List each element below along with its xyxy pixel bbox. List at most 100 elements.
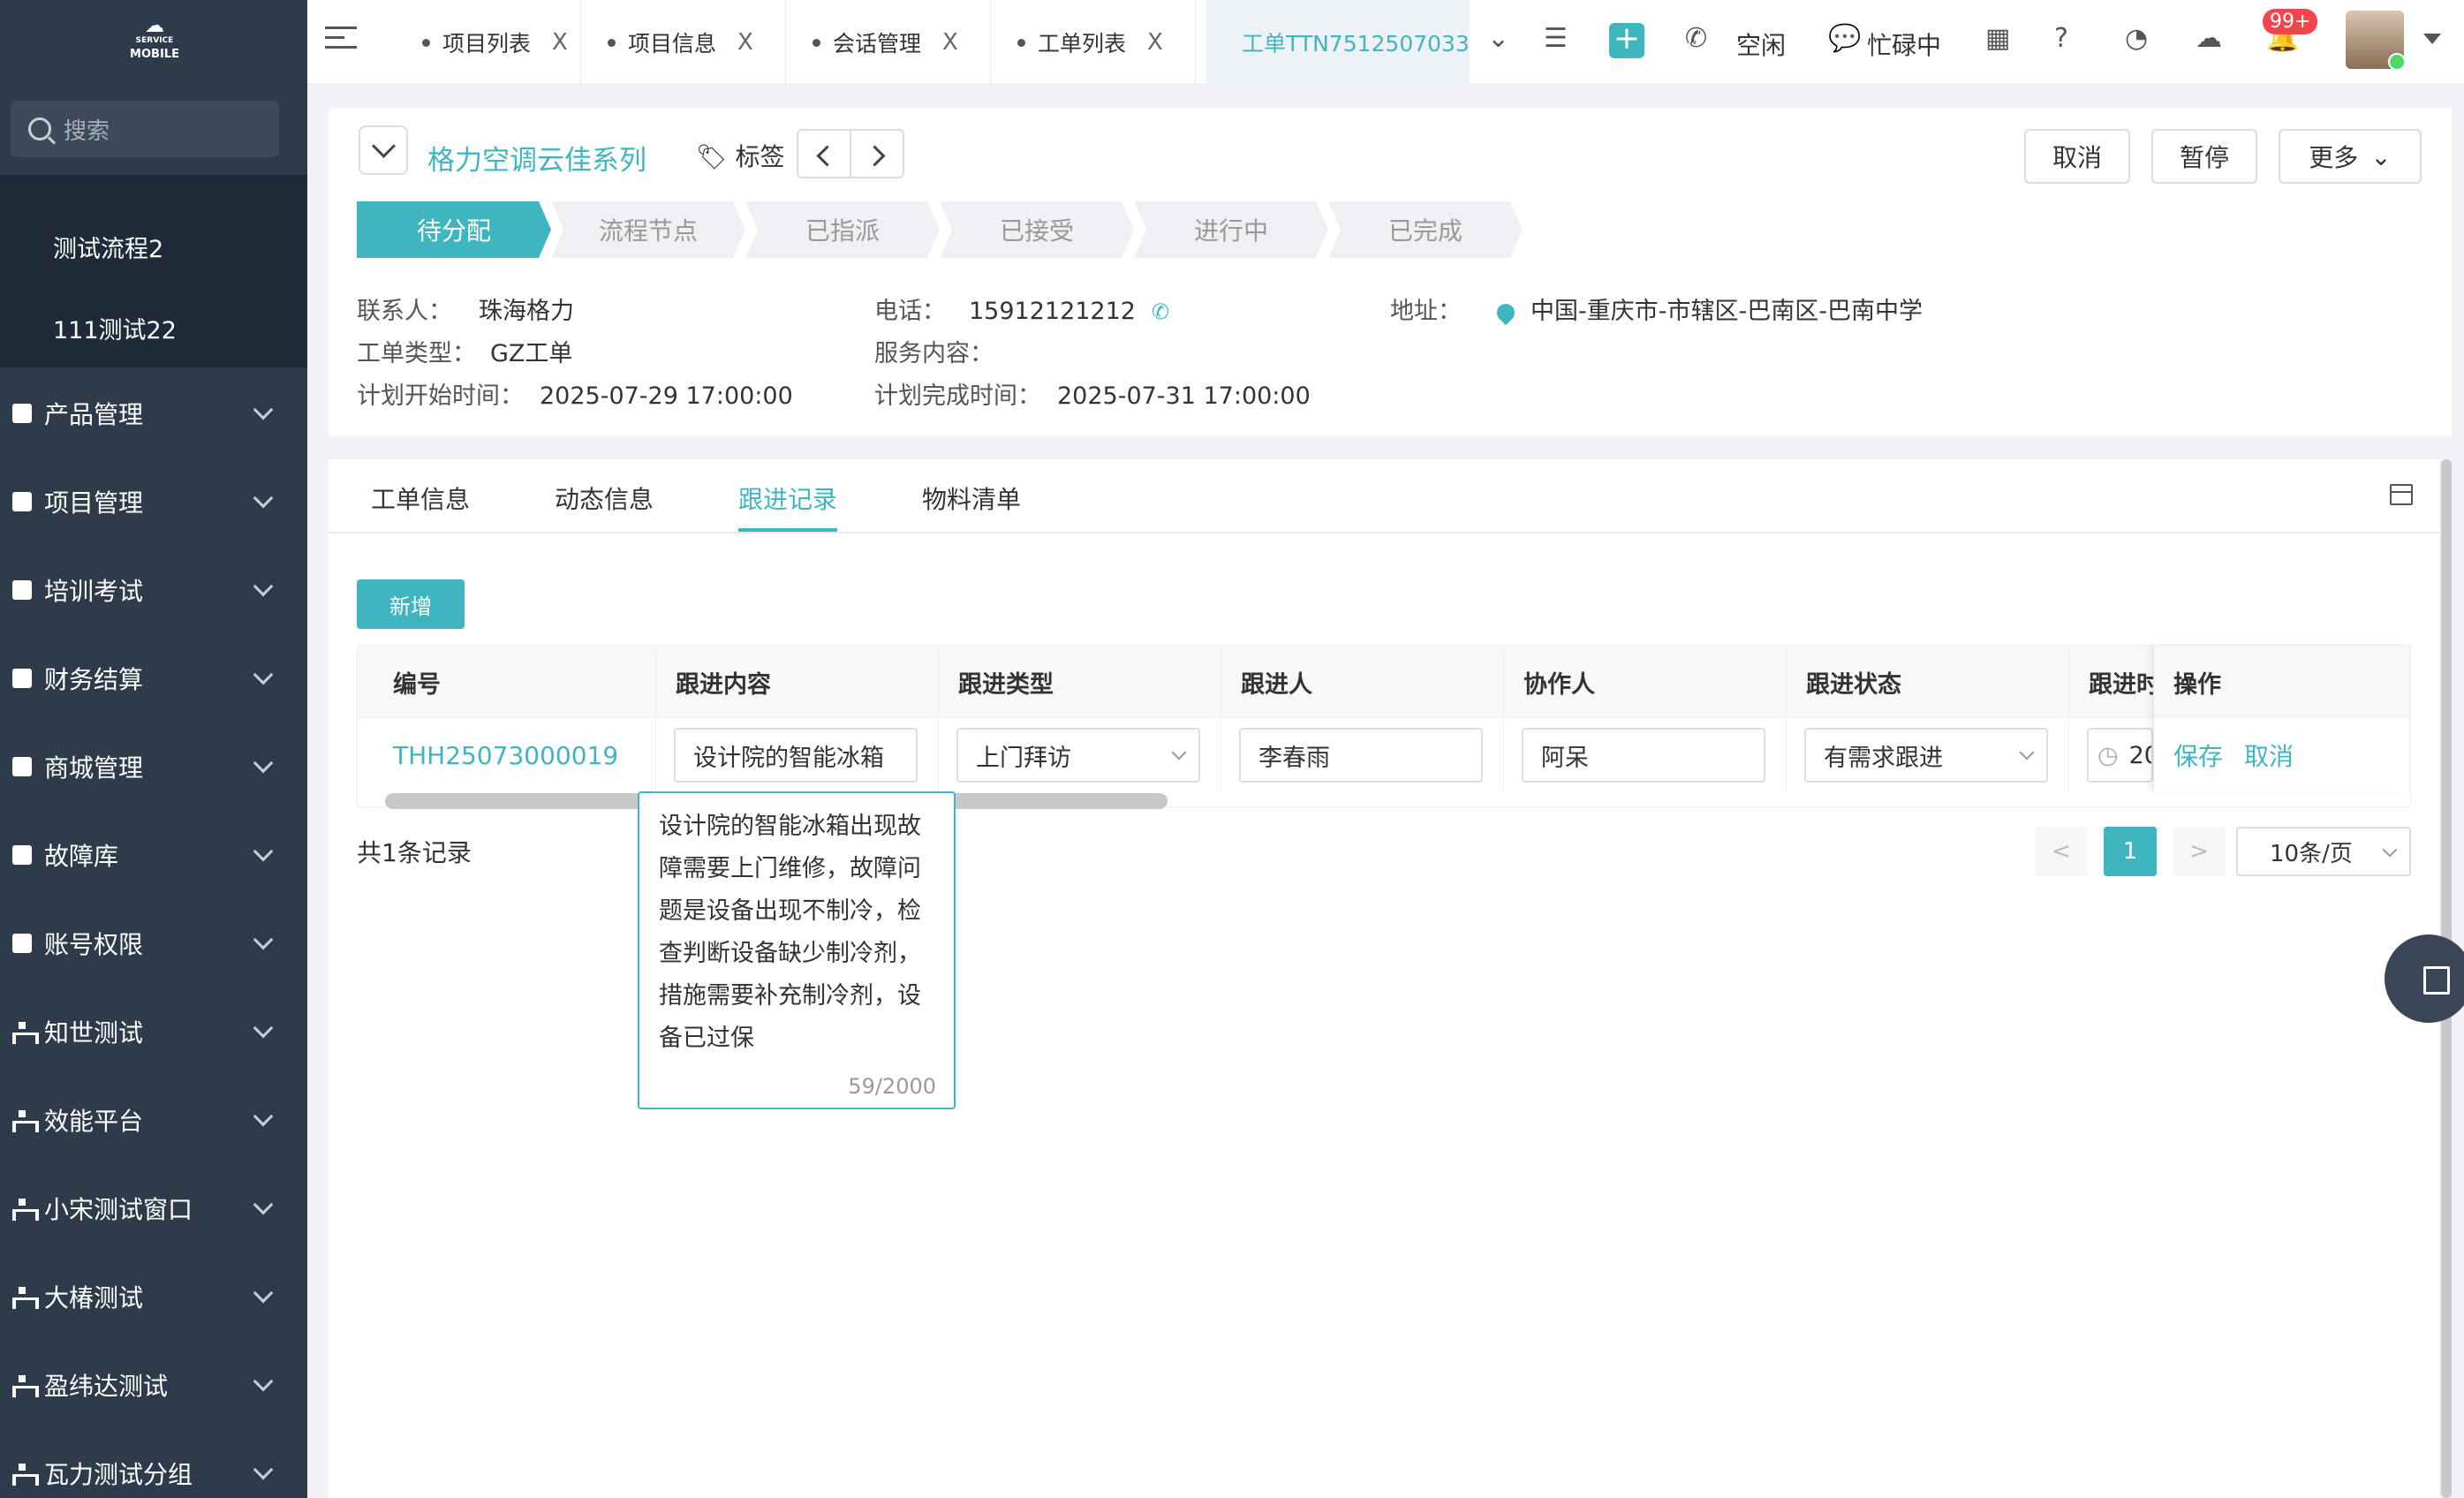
tag-button[interactable]: 🏷 标签: [696, 138, 784, 173]
status-idle[interactable]: 空闲: [1736, 26, 1786, 62]
prev-button[interactable]: [798, 131, 851, 177]
tab-ticket-list[interactable]: 工单列表 X: [991, 0, 1196, 85]
next-button[interactable]: [851, 131, 903, 177]
tree-icon: [12, 1022, 39, 1044]
record-total: 共1条记录: [357, 838, 472, 867]
tab-material-list[interactable]: 物料清单: [922, 480, 1021, 516]
address-value: 中国-重庆市-市辖区-巴南区-巴南中学: [1531, 298, 1923, 325]
tab-ticket-detail[interactable]: 工单TTN75125070335: [1206, 0, 1470, 85]
sidebar-item-label: 项目管理: [44, 488, 144, 518]
record-id-link[interactable]: THH25073000019: [358, 741, 618, 770]
submenu-item-test22[interactable]: 111测试22: [53, 311, 177, 345]
tab-project-list[interactable]: 项目列表 X: [378, 0, 581, 85]
cell-type: 上门拜访: [939, 718, 1221, 792]
calculator-icon[interactable]: [2390, 484, 2413, 505]
page-size-select[interactable]: 10条/页: [2236, 827, 2411, 876]
sidebar-item-dachun[interactable]: 大椿测试: [0, 1252, 307, 1341]
close-icon[interactable]: X: [1147, 29, 1163, 56]
plan-end-label: 计划完成时间：: [874, 382, 1041, 410]
help-icon[interactable]: ?: [2054, 23, 2068, 54]
add-icon[interactable]: +: [1609, 23, 1644, 58]
sidebar-item-efficiency[interactable]: 效能平台: [0, 1076, 307, 1164]
chevron-down-icon: [253, 488, 274, 509]
phone-icon[interactable]: ✆: [1152, 299, 1169, 324]
step-completed: 已完成: [1328, 201, 1523, 258]
phone-icon[interactable]: ✆: [1685, 23, 1707, 54]
floating-book-button[interactable]: [2385, 934, 2464, 1023]
save-button[interactable]: 保存: [2173, 738, 2223, 773]
list-menu-icon[interactable]: ☰: [1544, 23, 1568, 54]
sidebar-item-label: 商城管理: [44, 753, 144, 783]
tab-follow-up[interactable]: 跟进记录: [738, 480, 837, 516]
time-value: 20: [2128, 741, 2151, 769]
sidebar-item-training[interactable]: 培训考试: [0, 546, 307, 634]
close-icon[interactable]: X: [737, 29, 753, 56]
sidebar-item-zhishi[interactable]: 知世测试: [0, 987, 307, 1076]
panel-tabs: 工单信息 动态信息 跟进记录 物料清单: [329, 459, 2439, 533]
sidebar-item-mall[interactable]: 商城管理: [0, 723, 307, 811]
sidebar-item-yingweida[interactable]: 盈纬达测试: [0, 1341, 307, 1429]
chevron-down-icon: [1171, 745, 1187, 760]
tag-label: 标签: [735, 142, 785, 171]
col-time: 跟进时间: [2069, 646, 2154, 718]
sidebar-item-project[interactable]: 项目管理: [0, 458, 307, 546]
cell-id: THH25073000019: [358, 718, 656, 792]
page-next-button[interactable]: >: [2173, 827, 2226, 876]
cell-person: 李春雨: [1221, 718, 1504, 792]
more-button[interactable]: 更多 ⌄: [2279, 129, 2422, 184]
tab-project-info[interactable]: 项目信息 X: [581, 0, 786, 85]
page-prev-button[interactable]: <: [2035, 827, 2088, 876]
time-picker[interactable]: ◷ 20: [2087, 728, 2153, 783]
cancel-button[interactable]: 取消: [2024, 129, 2130, 184]
cell-operation: 保存 取消: [2154, 718, 2410, 792]
add-record-button[interactable]: 新增: [357, 579, 465, 629]
type-label: 工单类型：: [357, 340, 476, 367]
sidebar-item-account[interactable]: 账号权限: [0, 899, 307, 987]
caret-down-icon[interactable]: [2423, 34, 2441, 44]
address-label: 地址：: [1390, 298, 1462, 325]
sidebar-item-label: 账号权限: [44, 930, 144, 959]
collapse-button[interactable]: [359, 125, 408, 175]
type-select[interactable]: 上门拜访: [956, 728, 1200, 783]
row-cancel-button[interactable]: 取消: [2244, 738, 2294, 773]
sidebar-item-product[interactable]: 产品管理: [0, 369, 307, 458]
sidebar-item-xiaosong[interactable]: 小宋测试窗口: [0, 1164, 307, 1252]
submenu-item-flow2[interactable]: 测试流程2: [53, 230, 163, 264]
cell-content: 设计院的智能冰箱: [656, 718, 939, 792]
status-busy[interactable]: 忙碌中: [1867, 26, 1941, 62]
partner-input[interactable]: 阿呆: [1522, 728, 1765, 783]
yen-icon: [12, 669, 32, 688]
chevron-down-icon: [2019, 745, 2035, 760]
clock-icon: ◷: [2097, 741, 2119, 769]
content-input[interactable]: 设计院的智能冰箱: [674, 728, 918, 783]
chevron-down-icon[interactable]: ⌄: [1487, 23, 1509, 54]
content-textarea-text[interactable]: 设计院的智能冰箱出现故障需要上门维修，故障问题是设备出现不制冷，检查判断设备缺少…: [659, 806, 934, 1060]
tab-ticket-info[interactable]: 工单信息: [371, 480, 470, 516]
page-1-button[interactable]: 1: [2104, 827, 2157, 876]
col-partner: 协作人: [1504, 646, 1787, 718]
person-input[interactable]: 李春雨: [1239, 728, 1483, 783]
sidebar-item-fault[interactable]: 故障库: [0, 811, 307, 899]
search-placeholder: 搜索: [64, 117, 110, 145]
calendar-icon[interactable]: ▦: [1985, 23, 2010, 54]
tab-dynamic-info[interactable]: 动态信息: [555, 480, 654, 516]
status-select[interactable]: 有需求跟进: [1804, 728, 2048, 783]
avatar[interactable]: [2346, 11, 2404, 69]
cell-status: 有需求跟进: [1787, 718, 2069, 792]
sidebar-item-finance[interactable]: 财务结算: [0, 634, 307, 723]
menu-toggle-icon[interactable]: [325, 26, 357, 53]
product-icon: [12, 404, 32, 423]
cloud-upload-icon[interactable]: ☁: [2196, 23, 2222, 54]
chat-icon[interactable]: 💬: [1828, 23, 1861, 54]
close-icon[interactable]: X: [552, 29, 568, 56]
tree-icon: [12, 1287, 39, 1309]
search-input[interactable]: 搜索: [11, 101, 279, 157]
tab-session[interactable]: 会话管理 X: [786, 0, 991, 85]
content-textarea-popup[interactable]: 设计院的智能冰箱出现故障需要上门维修，故障问题是设备出现不制冷，检查判断设备缺少…: [638, 791, 956, 1109]
order-header-card: 格力空调云佳系列 🏷 标签 取消 暂停 更多 ⌄ 待分配 流程节点 已指派 已接受…: [329, 108, 2452, 436]
support-icon[interactable]: ◔: [2125, 23, 2148, 54]
close-icon[interactable]: X: [942, 29, 958, 56]
pause-button[interactable]: 暂停: [2151, 129, 2257, 184]
contact-label: 联系人：: [357, 298, 452, 325]
sidebar-item-wali[interactable]: 瓦力测试分组: [0, 1429, 307, 1498]
